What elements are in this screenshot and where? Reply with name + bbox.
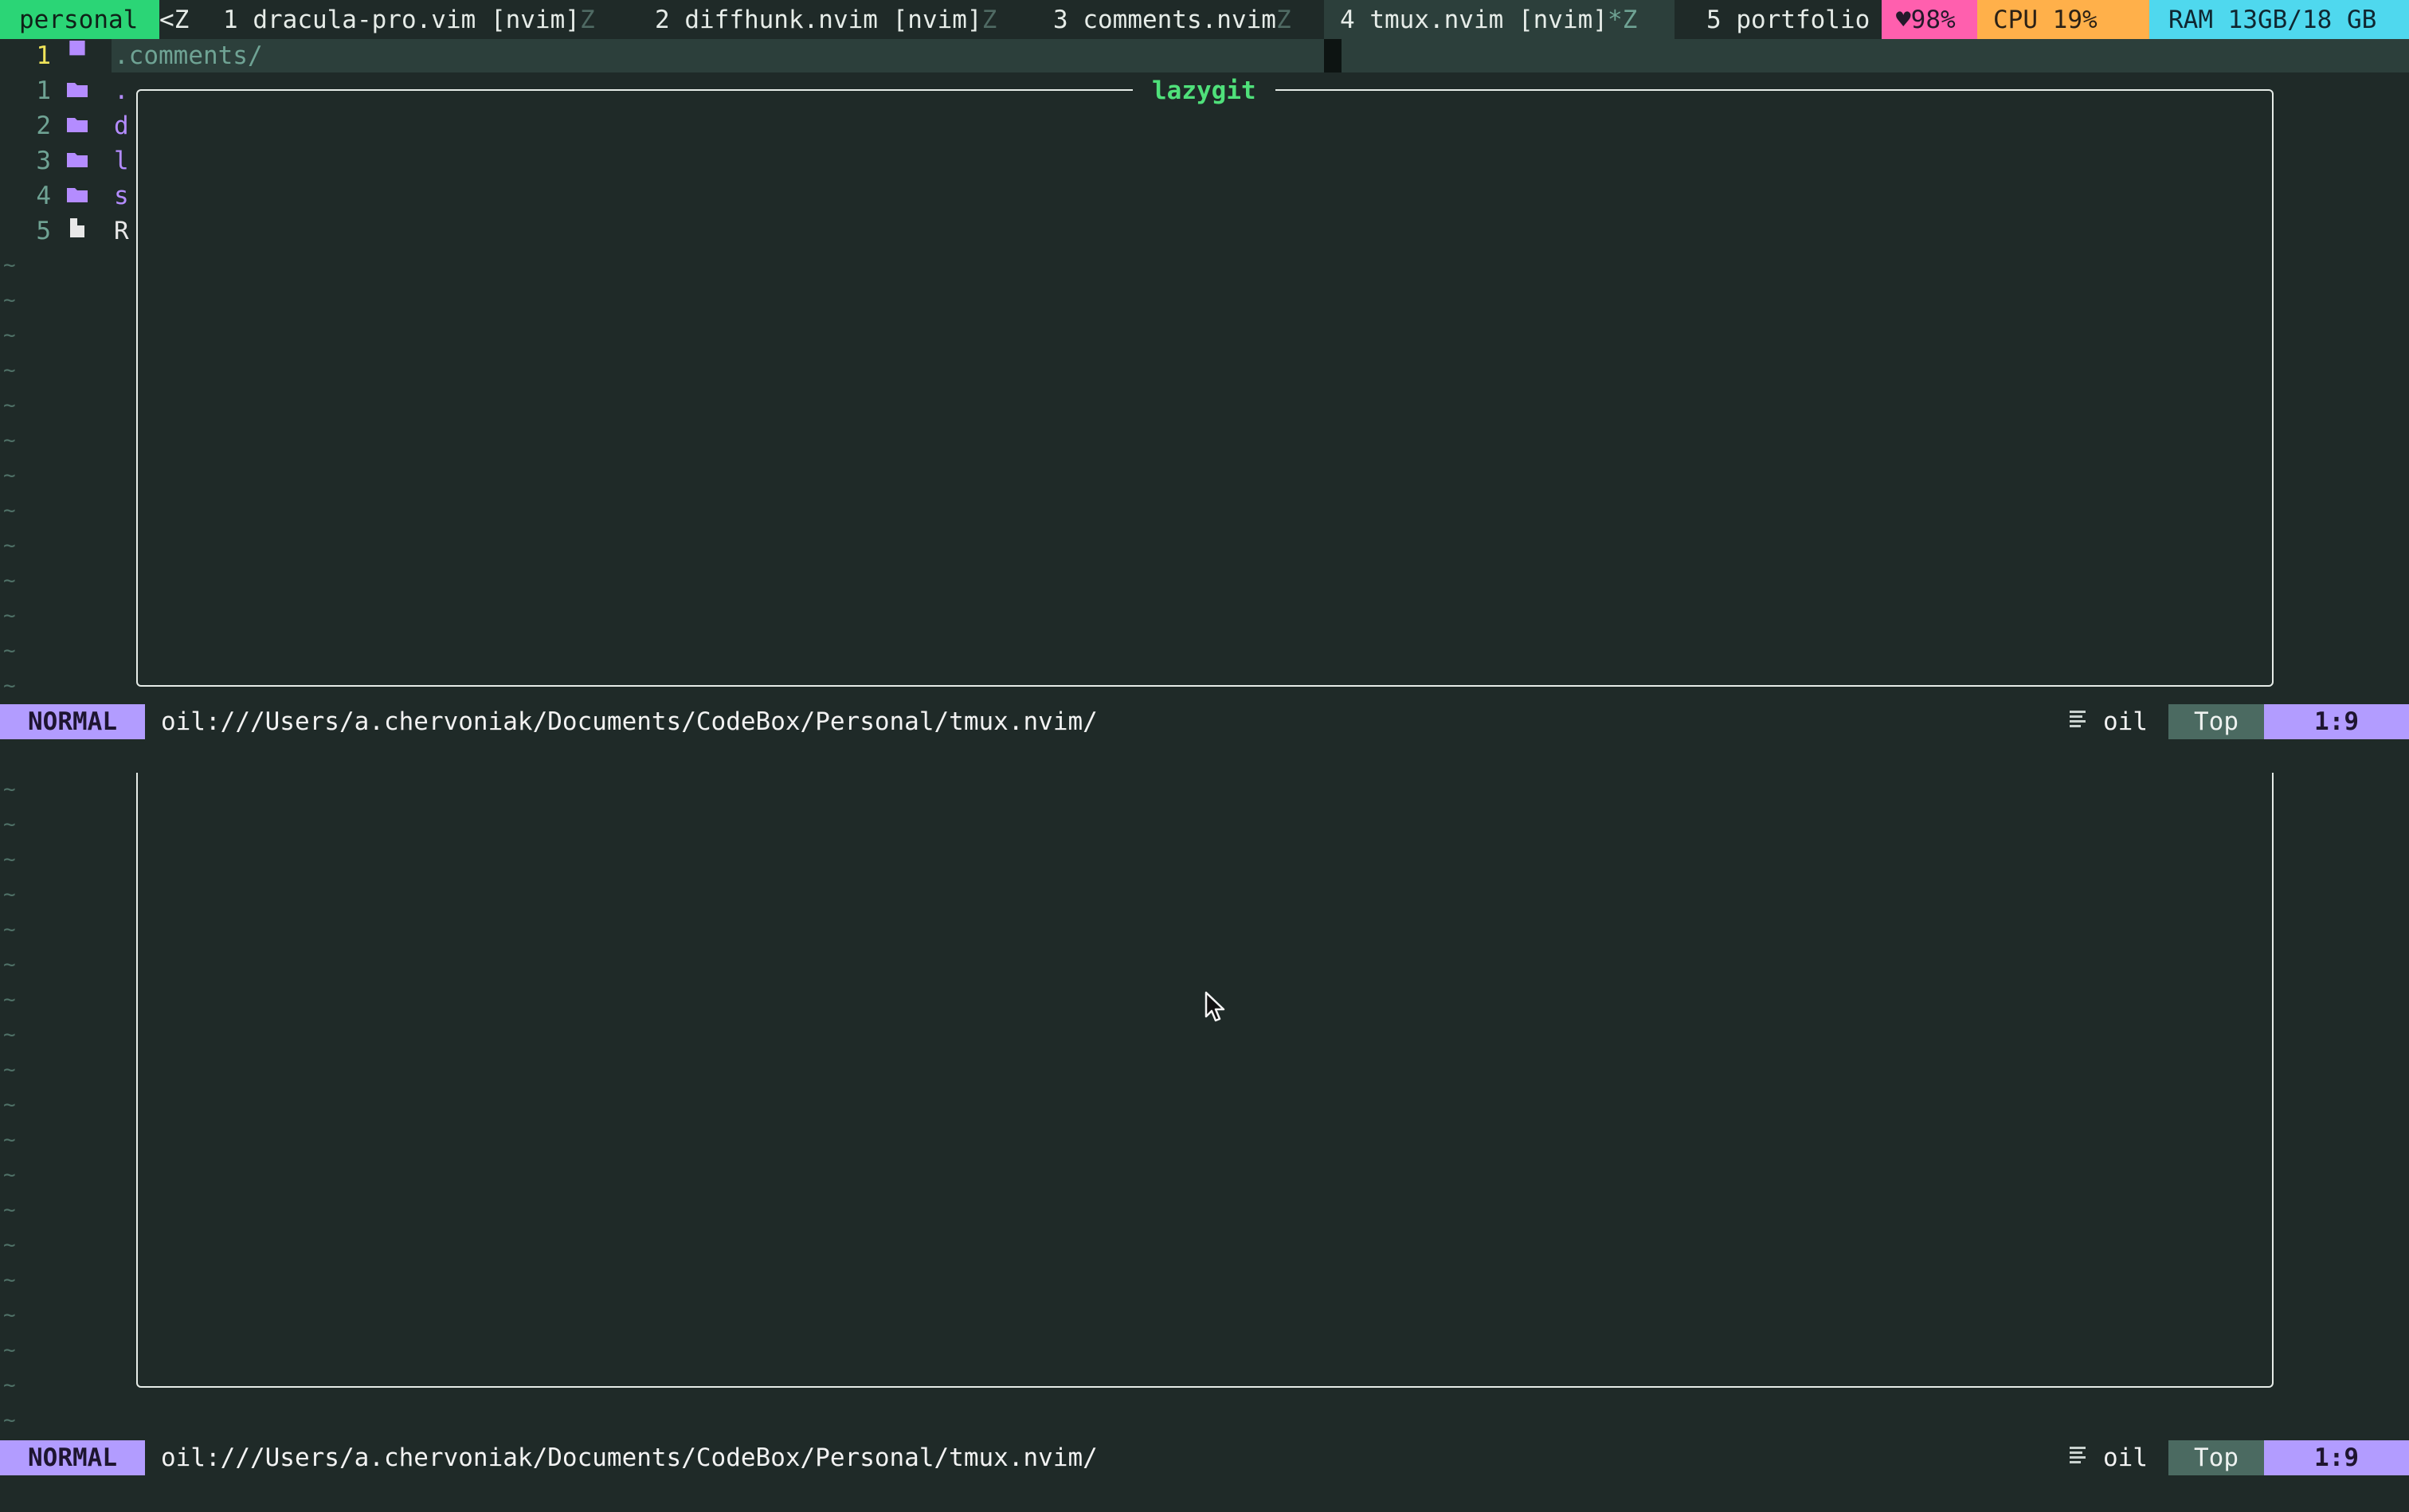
folder-icon [65,178,89,213]
tilde-marker: ~ [3,848,16,872]
mode-indicator: NORMAL [0,1440,145,1475]
tilde-marker: ~ [3,323,16,347]
line-number: 4 [36,182,51,210]
tilde-marker: ~ [3,953,16,977]
tmux-window-4-active[interactable]: 4 tmux.nvim [nvim]*Z [1324,0,1675,39]
oil-header-path: .comments/ [114,41,263,70]
tilde-marker: ~ [3,1233,16,1257]
cursor-position: 1:9 [2264,1440,2409,1475]
lazygit-float-window[interactable] [136,89,2274,687]
tmux-window-flag: *Z [1607,6,1638,34]
line-number: 5 [36,217,51,245]
tilde-marker: ~ [3,534,16,558]
file-name: R [114,217,129,245]
scroll-position: Top [2168,1440,2264,1475]
tilde-marker: ~ [3,883,16,907]
tilde-marker: ~ [3,639,16,663]
tilde-marker: ~ [3,1058,16,1082]
statusline-top: NORMAL oil:///Users/a.chervoniak/Documen… [0,704,2409,739]
tmux-window-label: 4 tmux.nvim [nvim] [1340,6,1608,34]
float-title: lazygit [1133,75,1275,107]
tilde-marker: ~ [3,1198,16,1222]
file-name: l [114,147,129,175]
tmux-window-flag: Z [981,6,997,34]
tmux-status-bar: personal <Z 1 dracula-pro.vim [nvim]Z 2 … [0,0,2409,39]
lines-icon [2068,1440,2089,1475]
lines-icon [2068,704,2089,739]
filetype: oil [2103,1443,2148,1472]
tilde-marker: ~ [3,778,16,801]
tmux-window-label: 2 diffhunk.nvim [nvim] [655,6,982,34]
tmux-window-3[interactable]: 3 comments.nvimZ [1053,0,1291,39]
tilde-marker: ~ [3,569,16,593]
cpu-status: CPU 19% [1977,0,2149,39]
tilde-marker: ~ [3,1163,16,1187]
tilde-marker: ~ [3,1303,16,1327]
tilde-marker: ~ [3,1338,16,1362]
list-item[interactable]: 5 R [0,213,135,249]
statusline-bottom: NORMAL oil:///Users/a.chervoniak/Documen… [0,1440,2409,1475]
tmux-window-flag: Z [579,6,595,34]
tilde-marker: ~ [3,604,16,628]
list-item[interactable]: 1 . [0,73,135,108]
tilde-marker: ~ [3,813,16,836]
tilde-marker: ~ [3,1128,16,1152]
tilde-marker: ~ [3,918,16,942]
oil-header-row[interactable]: 1 ▀ .comments/ [0,38,478,73]
file-name: s [114,182,129,210]
tilde-marker: ~ [3,288,16,312]
folder-icon: ▀ [69,41,85,70]
tilde-marker: ~ [3,394,16,417]
tilde-marker: ~ [3,253,16,277]
buffer-path: oil:///Users/a.chervoniak/Documents/Code… [161,707,1098,736]
list-item[interactable]: 3 l [0,143,135,178]
cursor-position: 1:9 [2264,704,2409,739]
line-number: 1 [36,76,51,105]
battery-status: ♥98% [1882,0,1977,39]
ram-status: RAM 13GB/18 GB [2149,0,2409,39]
list-item[interactable]: 2 d [0,108,135,143]
folder-icon [65,108,89,143]
tmux-window-label: 3 comments.nvim [1053,6,1276,34]
line-number: 3 [36,147,51,175]
tilde-marker: ~ [3,1023,16,1047]
file-name: d [114,112,129,140]
tilde-marker: ~ [3,1408,16,1432]
tilde-marker: ~ [3,499,16,523]
cursor-gap [1324,39,1342,72]
oil-header-line-right [1342,39,2409,72]
tilde-marker: ~ [3,1268,16,1292]
tilde-marker: ~ [3,988,16,1012]
lazygit-float-window-lower[interactable] [136,773,2274,1388]
line-number: 2 [36,112,51,140]
tmux-window-2[interactable]: 2 diffhunk.nvim [nvim]Z [655,0,997,39]
filetype: oil [2103,707,2148,736]
tilde-marker: ~ [3,674,16,698]
tmux-window-label: 1 dracula-pro.vim [nvim] [223,6,580,34]
list-item[interactable]: 4 s [0,178,135,213]
scroll-position: Top [2168,704,2264,739]
tilde-marker: ~ [3,464,16,488]
file-icon [65,213,89,249]
tilde-marker: ~ [3,358,16,382]
tilde-marker: ~ [3,1373,16,1397]
folder-icon [65,143,89,178]
tmux-window-5[interactable]: 5 portfolio [1706,0,1870,39]
tmux-session-name[interactable]: personal [0,0,159,39]
line-number: 1 [36,41,51,70]
tilde-marker: ~ [3,1093,16,1117]
tmux-window-flag: Z [1275,6,1291,34]
mode-indicator: NORMAL [0,704,145,739]
tilde-marker: ~ [3,429,16,452]
mouse-pointer-icon [1204,991,1227,1023]
folder-icon [65,73,89,108]
file-name: . [114,76,129,105]
tmux-session-marker: <Z [159,6,190,34]
tmux-window-label: 5 portfolio [1706,6,1870,34]
tmux-window-1[interactable]: 1 dracula-pro.vim [nvim]Z [223,0,595,39]
buffer-path: oil:///Users/a.chervoniak/Documents/Code… [161,1443,1098,1472]
